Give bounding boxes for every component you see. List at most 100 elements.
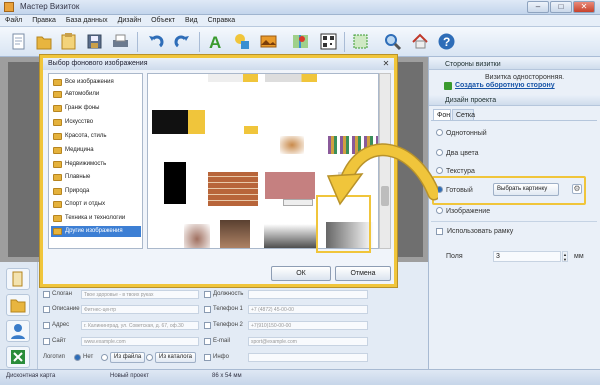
category-real-estate[interactable]: Недвижимость — [51, 159, 141, 170]
text-icon[interactable]: A — [205, 31, 226, 52]
print-icon[interactable] — [110, 31, 131, 52]
option-texture[interactable]: Текстура — [436, 167, 475, 175]
search-icon[interactable] — [382, 31, 403, 52]
slogan-checkbox[interactable] — [43, 291, 50, 298]
open-folder-icon[interactable] — [33, 31, 54, 52]
ok-button[interactable]: ОК — [271, 266, 331, 281]
phone1-input[interactable]: +7 (4872) 45-00-00 — [248, 305, 368, 314]
folder-icon — [53, 79, 62, 86]
palette-text-icon[interactable] — [6, 268, 30, 290]
sides-header[interactable]: Стороны визитки — [429, 59, 600, 70]
thumbnail[interactable] — [280, 136, 304, 154]
menu-help[interactable]: Справка — [203, 15, 240, 27]
use-frame-label: Использовать рамку — [447, 228, 514, 235]
menu-database[interactable]: База данных — [61, 15, 113, 27]
logo-none-radio[interactable] — [74, 354, 81, 361]
thumbnail[interactable] — [184, 224, 210, 248]
help-icon[interactable]: ? — [436, 31, 457, 52]
category-other[interactable]: Другие изображения — [51, 226, 141, 237]
option-solid[interactable]: Однотонный — [436, 129, 487, 137]
margins-input[interactable]: 3 — [493, 251, 561, 262]
dialog-close-icon[interactable]: ✕ — [382, 60, 390, 68]
email-checkbox[interactable] — [204, 338, 211, 345]
logo-catalog-radio[interactable] — [146, 354, 153, 361]
category-nature[interactable]: Природа — [51, 186, 141, 197]
info-input[interactable] — [248, 353, 368, 362]
menu-object[interactable]: Объект — [146, 15, 180, 27]
category-sport[interactable]: Спорт и отдых — [51, 199, 141, 210]
thumbnail[interactable] — [220, 220, 250, 248]
menu-design[interactable]: Дизайн — [113, 15, 147, 27]
category-cars[interactable]: Автомобили — [51, 89, 141, 100]
undo-icon[interactable] — [145, 31, 166, 52]
address-input[interactable]: г. Калининград, ул. Советская, д. 67, оф… — [81, 321, 199, 330]
new-icon[interactable] — [8, 31, 29, 52]
shapes-icon[interactable] — [232, 31, 253, 52]
save-icon[interactable] — [84, 31, 105, 52]
redo-icon[interactable] — [172, 31, 193, 52]
thumbnail[interactable] — [283, 199, 313, 206]
category-art[interactable]: Искусство — [51, 117, 141, 128]
position-checkbox[interactable] — [204, 291, 211, 298]
thumbnail[interactable] — [164, 162, 186, 204]
category-all[interactable]: Все изображения — [51, 77, 141, 88]
cancel-button[interactable]: Отмена — [335, 266, 391, 281]
status-card-type: Дисконтная карта — [6, 373, 56, 379]
image-radio[interactable] — [436, 207, 443, 214]
qr-code-icon[interactable] — [318, 31, 339, 52]
close-button[interactable]: ✕ — [573, 1, 595, 13]
margins-unit: мм — [574, 253, 584, 260]
category-grunge[interactable]: Гранж фоны — [51, 103, 141, 114]
menu-view[interactable]: Вид — [180, 15, 203, 27]
category-medicine[interactable]: Медицина — [51, 145, 141, 156]
thumbnail[interactable] — [265, 172, 315, 199]
slogan-label: Слоган — [52, 291, 72, 297]
category-tech[interactable]: Техника и технологии — [51, 213, 141, 224]
create-back-side-link[interactable]: Создать оборотную сторону — [455, 82, 555, 89]
logo-file-button[interactable]: Из файла — [110, 352, 146, 363]
thumbnail[interactable] — [264, 224, 316, 248]
design-header[interactable]: Дизайн проекта — [429, 95, 600, 106]
map-icon[interactable] — [290, 31, 311, 52]
thumbnail[interactable] — [208, 172, 258, 206]
option-two-colors[interactable]: Два цвета — [436, 149, 479, 157]
slogan-input[interactable]: Твое здоровье - в твоих руках — [81, 290, 199, 299]
logo-file-radio[interactable] — [101, 354, 108, 361]
minimize-button[interactable]: – — [527, 1, 549, 13]
category-smooth[interactable]: Плавные — [51, 172, 141, 183]
address-checkbox[interactable] — [43, 322, 50, 329]
house-icon[interactable] — [410, 31, 431, 52]
thumbnail[interactable] — [152, 110, 188, 134]
option-image[interactable]: Изображение — [436, 207, 490, 215]
logo-none-label: Нет — [83, 354, 94, 360]
email-input[interactable]: sport@example.com — [248, 337, 368, 346]
margins-spinner[interactable]: ▲ ▼ — [562, 251, 568, 262]
palette-excel-icon[interactable] — [6, 346, 30, 368]
position-input[interactable] — [248, 290, 368, 299]
info-checkbox[interactable] — [204, 354, 211, 361]
folder-icon — [53, 161, 62, 168]
address-label: Адрес — [52, 322, 70, 328]
menu-edit[interactable]: Правка — [27, 15, 61, 27]
tab-grid[interactable]: Сетка — [452, 109, 475, 120]
image-icon[interactable] — [258, 31, 279, 52]
phone1-checkbox[interactable] — [204, 306, 211, 313]
open-template-icon[interactable] — [58, 31, 79, 52]
palette-user-icon[interactable] — [6, 320, 30, 342]
phone2-checkbox[interactable] — [204, 322, 211, 329]
maximize-button[interactable]: □ — [550, 1, 572, 13]
tab-background[interactable]: Фон — [433, 109, 451, 120]
thumbnail[interactable] — [208, 74, 258, 82]
logo-catalog-button[interactable]: Из каталога — [155, 352, 197, 363]
thumbnail[interactable] — [265, 74, 317, 82]
description-input[interactable]: Фитнес-центр — [81, 305, 199, 314]
category-beauty[interactable]: Красота, стиль — [51, 131, 141, 142]
palette-folder-icon[interactable] — [6, 294, 30, 316]
phone2-input[interactable]: +7(910)150-00-00 — [248, 321, 368, 330]
description-checkbox[interactable] — [43, 306, 50, 313]
site-input[interactable]: www.example.com — [81, 337, 199, 346]
menu-file[interactable]: Файл — [0, 15, 27, 27]
site-checkbox[interactable] — [43, 338, 50, 345]
crop-icon[interactable] — [350, 31, 371, 52]
use-frame-checkbox[interactable] — [436, 228, 443, 235]
